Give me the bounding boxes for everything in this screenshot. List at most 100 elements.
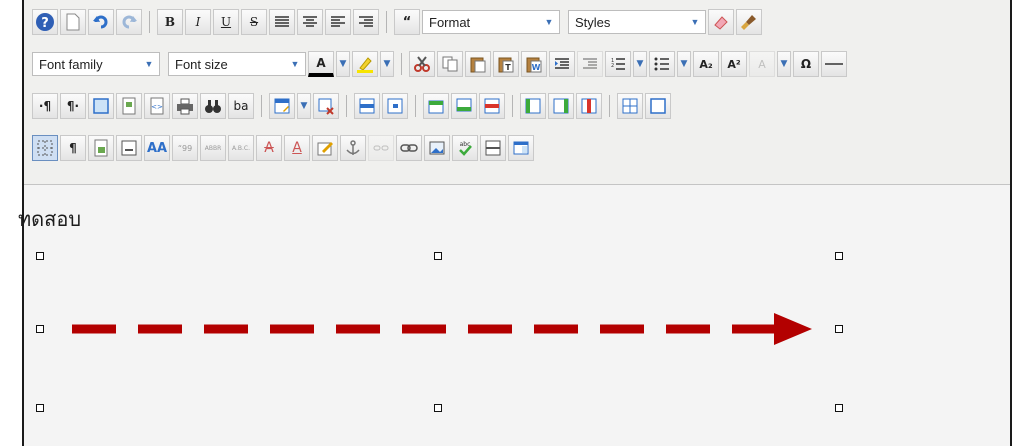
special-char-button[interactable]: Ω: [793, 51, 819, 77]
spellcheck-icon[interactable]: abc: [452, 135, 478, 161]
replace-button[interactable]: ba: [228, 93, 254, 119]
chevron-down-icon[interactable]: ▼: [633, 51, 647, 77]
hr-block-icon[interactable]: [480, 135, 506, 161]
styles-select-label: Styles: [575, 14, 611, 30]
bullet-list-icon[interactable]: [649, 51, 675, 77]
svg-text:2: 2: [611, 63, 614, 69]
cell-props-icon[interactable]: [382, 93, 408, 119]
rtl-button[interactable]: ¶·: [60, 93, 86, 119]
resize-handle-bottom-middle[interactable]: [434, 404, 442, 412]
redo-icon[interactable]: [116, 9, 142, 35]
cite-button[interactable]: “99: [172, 135, 198, 161]
subscript-button[interactable]: A₂: [693, 51, 719, 77]
bold-button[interactable]: B: [157, 9, 183, 35]
del-button[interactable]: A: [256, 135, 282, 161]
delete-row-icon[interactable]: [479, 93, 505, 119]
merge-cells-icon[interactable]: [645, 93, 671, 119]
paste-icon[interactable]: [465, 51, 491, 77]
separator: [149, 11, 150, 33]
print-icon[interactable]: [172, 93, 198, 119]
annotation-arrow: [72, 313, 812, 345]
editor-toolbar: ? B I U S “ Format ▼ Styles ▼ Font famil…: [24, 0, 1010, 185]
styles-select[interactable]: Styles ▼: [568, 10, 706, 34]
resize-handle-middle-left[interactable]: [36, 325, 44, 333]
font-family-select[interactable]: Font family ▼: [32, 52, 160, 76]
ltr-button[interactable]: ·¶: [32, 93, 58, 119]
align-center-icon[interactable]: [297, 9, 323, 35]
font-color-button[interactable]: A: [308, 51, 334, 77]
indent-icon[interactable]: [549, 51, 575, 77]
template-icon[interactable]: [88, 135, 114, 161]
editor-text-content: ทดสอบ: [18, 207, 82, 231]
superscript-button[interactable]: A²: [721, 51, 747, 77]
abbr-button[interactable]: ABBR: [200, 135, 226, 161]
row-props-icon[interactable]: [354, 93, 380, 119]
italic-button[interactable]: I: [185, 9, 211, 35]
split-cells-icon[interactable]: [617, 93, 643, 119]
style-props-button[interactable]: AA: [144, 135, 170, 161]
resize-handle-middle-right[interactable]: [835, 325, 843, 333]
separator: [261, 95, 262, 117]
pagebreak-icon[interactable]: [116, 135, 142, 161]
preview-icon[interactable]: [116, 93, 142, 119]
resize-handle-top-middle[interactable]: [434, 252, 442, 260]
format-select[interactable]: Format ▼: [422, 10, 560, 34]
underline-button[interactable]: U: [213, 9, 239, 35]
outdent-icon[interactable]: [577, 51, 603, 77]
chevron-down-icon[interactable]: ▼: [297, 93, 311, 119]
show-blocks-button[interactable]: ¶: [60, 135, 86, 161]
copy-icon[interactable]: [437, 51, 463, 77]
brush-icon[interactable]: [736, 9, 762, 35]
visual-aid-icon[interactable]: [32, 135, 58, 161]
paste-text-icon[interactable]: T: [493, 51, 519, 77]
unlink-icon[interactable]: [368, 135, 394, 161]
fullscreen-icon[interactable]: [88, 93, 114, 119]
svg-text:?: ?: [41, 16, 49, 31]
eraser-icon[interactable]: [708, 9, 734, 35]
cut-icon[interactable]: [409, 51, 435, 77]
insert-row-before-icon[interactable]: [423, 93, 449, 119]
chevron-down-icon[interactable]: ▼: [336, 51, 350, 77]
delete-table-icon[interactable]: [313, 93, 339, 119]
blockquote-icon[interactable]: “: [394, 9, 420, 35]
paste-word-icon[interactable]: W: [521, 51, 547, 77]
toolbar-row-1: ? B I U S “ Format ▼ Styles ▼: [32, 8, 762, 36]
justify-full-icon[interactable]: [269, 9, 295, 35]
acronym-button[interactable]: A.B.C.: [228, 135, 254, 161]
image-icon[interactable]: [424, 135, 450, 161]
help-icon[interactable]: ?: [32, 9, 58, 35]
numbered-list-icon[interactable]: 12: [605, 51, 631, 77]
attributes-icon[interactable]: [312, 135, 338, 161]
insert-row-after-icon[interactable]: [451, 93, 477, 119]
link-icon[interactable]: [396, 135, 422, 161]
chevron-down-icon[interactable]: ▼: [777, 51, 791, 77]
insert-col-before-icon[interactable]: [520, 93, 546, 119]
layer-icon[interactable]: [508, 135, 534, 161]
ins-button[interactable]: A: [284, 135, 310, 161]
delete-col-icon[interactable]: [576, 93, 602, 119]
undo-icon[interactable]: [88, 9, 114, 35]
align-right-icon[interactable]: [353, 9, 379, 35]
resize-handle-bottom-right[interactable]: [835, 404, 843, 412]
resize-handle-bottom-left[interactable]: [36, 404, 44, 412]
horizontal-rule-icon[interactable]: [821, 51, 847, 77]
resize-handle-top-left[interactable]: [36, 252, 44, 260]
chevron-down-icon[interactable]: ▼: [677, 51, 691, 77]
new-document-icon[interactable]: [60, 9, 86, 35]
toolbar-row-2: Font family ▼ Font size ▼ A ▼ ▼ T W 1 2 …: [32, 50, 847, 78]
strikethrough-button[interactable]: S: [241, 9, 267, 35]
html-source-icon[interactable]: <>: [144, 93, 170, 119]
insert-col-after-icon[interactable]: [548, 93, 574, 119]
chevron-down-icon[interactable]: ▼: [380, 51, 394, 77]
font-size-select[interactable]: Font size ▼: [168, 52, 306, 76]
anchor-icon[interactable]: [340, 135, 366, 161]
table-icon[interactable]: [269, 93, 295, 119]
highlight-color-icon[interactable]: [352, 51, 378, 77]
svg-text:A: A: [758, 58, 766, 71]
align-left-icon[interactable]: [325, 9, 351, 35]
charmap-disabled-icon[interactable]: A: [749, 51, 775, 77]
chevron-down-icon: ▼: [290, 59, 300, 69]
chevron-down-icon: ▼: [690, 17, 700, 27]
resize-handle-top-right[interactable]: [835, 252, 843, 260]
find-icon[interactable]: [200, 93, 226, 119]
